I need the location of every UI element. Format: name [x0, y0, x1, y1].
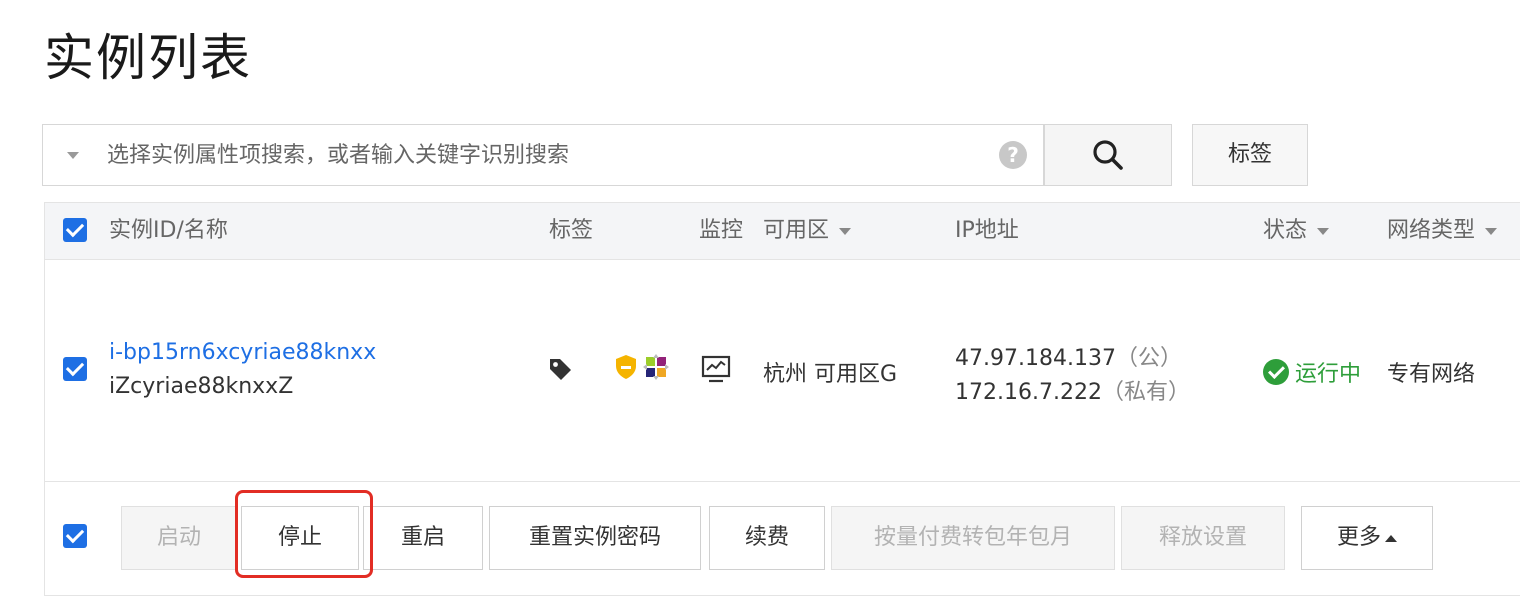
stop-button[interactable]: 停止 — [241, 506, 359, 570]
instance-name: iZcyriae88knxxZ — [109, 374, 294, 399]
reset-password-button[interactable]: 重置实例密码 — [489, 506, 701, 570]
network-filter-icon[interactable] — [1485, 227, 1498, 235]
column-header-network[interactable]: 网络类型 — [1387, 203, 1498, 259]
public-ip-type: （公） — [1115, 346, 1182, 371]
column-header-network-label: 网络类型 — [1387, 218, 1476, 243]
column-header-tags: 标签 — [549, 218, 594, 243]
monitor-chart-icon[interactable] — [701, 354, 731, 384]
page-title: 实例列表 — [44, 29, 252, 87]
column-header-status[interactable]: 状态 — [1263, 203, 1330, 259]
more-button[interactable]: 更多 — [1301, 506, 1433, 570]
column-header-ip: IP地址 — [955, 218, 1019, 243]
private-ip: 172.16.7.222（私有） — [955, 374, 1190, 406]
release-settings-button[interactable]: 释放设置 — [1121, 506, 1285, 570]
tag-filter-button[interactable]: 标签 — [1192, 124, 1308, 186]
search-box[interactable]: ? — [42, 124, 1044, 186]
search-icon — [1093, 140, 1123, 170]
private-ip-value: 172.16.7.222 — [955, 380, 1102, 405]
private-ip-type: （私有） — [1101, 380, 1190, 405]
column-header-monitor: 监控 — [699, 218, 744, 243]
check-circle-icon — [1263, 359, 1289, 385]
help-icon[interactable]: ? — [999, 141, 1027, 169]
column-header-status-label: 状态 — [1263, 218, 1308, 243]
security-shield-icon[interactable] — [615, 354, 637, 380]
column-header-zone[interactable]: 可用区 — [763, 203, 852, 259]
more-button-label: 更多 — [1336, 525, 1381, 550]
network-type-value: 专有网络 — [1387, 362, 1476, 387]
search-button[interactable] — [1044, 124, 1172, 186]
caret-up-icon — [1385, 534, 1397, 542]
centos-icon — [643, 354, 669, 380]
batch-select-checkbox[interactable] — [63, 524, 87, 548]
status-badge: 运行中 — [1263, 356, 1361, 388]
renew-button[interactable]: 续费 — [709, 506, 825, 570]
search-input[interactable] — [107, 125, 987, 185]
convert-billing-button[interactable]: 按量付费转包年包月 — [831, 506, 1115, 570]
status-text: 运行中 — [1295, 362, 1362, 387]
status-filter-icon[interactable] — [1317, 227, 1330, 235]
public-ip-value: 47.97.184.137 — [955, 346, 1116, 371]
instance-table: 实例ID/名称 标签 监控 可用区 IP地址 状态 网络类型 i-bp15rn6… — [44, 202, 1520, 596]
filter-dropdown-icon[interactable] — [67, 152, 79, 159]
zone-value: 杭州 可用区G — [763, 362, 898, 387]
table-row: i-bp15rn6xcyriae88knxx iZcyriae88knxxZ 杭… — [45, 260, 1520, 482]
table-header: 实例ID/名称 标签 监控 可用区 IP地址 状态 网络类型 — [45, 202, 1520, 260]
start-button[interactable]: 启动 — [121, 506, 237, 570]
column-header-id-name: 实例ID/名称 — [109, 218, 228, 243]
instance-id-link[interactable]: i-bp15rn6xcyriae88knxx — [109, 340, 376, 365]
select-all-checkbox[interactable] — [63, 218, 87, 242]
zone-filter-icon[interactable] — [839, 227, 852, 235]
batch-action-bar: 启动 停止 重启 重置实例密码 续费 按量付费转包年包月 释放设置 更多 — [45, 482, 1520, 596]
public-ip: 47.97.184.137（公） — [955, 340, 1182, 372]
restart-button[interactable]: 重启 — [363, 506, 483, 570]
column-header-zone-label: 可用区 — [763, 218, 830, 243]
row-checkbox[interactable] — [63, 357, 87, 381]
tag-icon[interactable] — [547, 356, 573, 382]
